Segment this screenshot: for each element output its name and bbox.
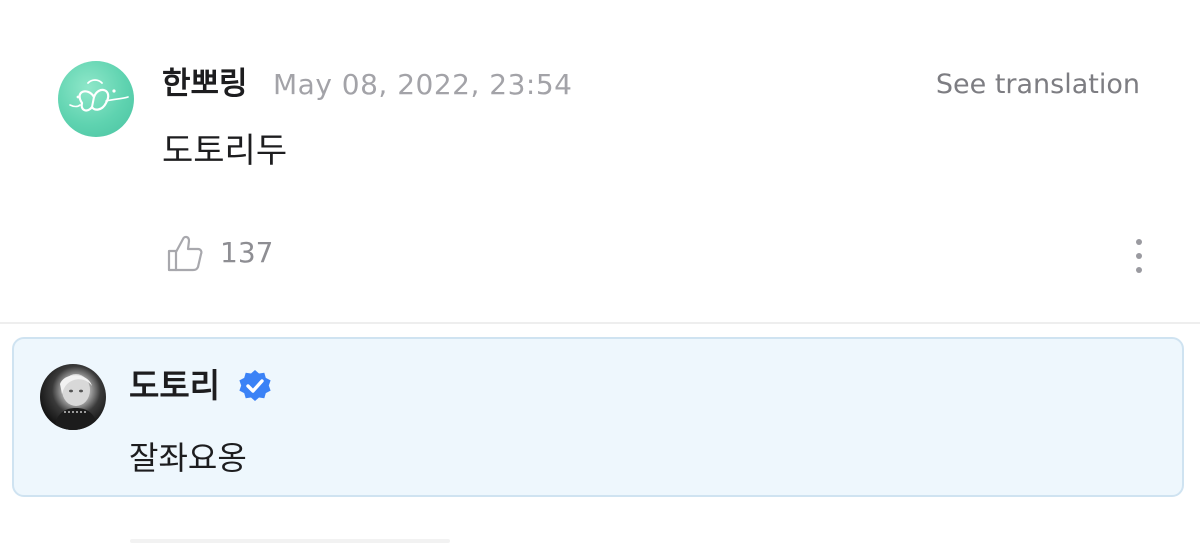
artist-avatar-icon [54, 374, 98, 430]
comment-timestamp: May 08, 2022, 23:54 [273, 68, 573, 101]
reply-avatar[interactable] [40, 364, 106, 430]
reply-body: 잘좌요옹 [129, 439, 247, 477]
commenter-name[interactable]: 한뽀링 [162, 62, 248, 106]
comment-item: 한뽀링 May 08, 2022, 23:54 See translation … [0, 0, 1200, 322]
more-vertical-icon [1136, 239, 1142, 245]
verified-badge-icon [239, 370, 271, 401]
divider [0, 322, 1200, 324]
comment-thread: 한뽀링 May 08, 2022, 23:54 See translation … [0, 0, 1200, 543]
more-options-button[interactable] [1126, 236, 1152, 276]
reply-author-name[interactable]: 도토리 [129, 363, 220, 409]
reply-card: 도토리 잘좌요옹 [12, 337, 1184, 497]
like-button[interactable]: 137 [166, 230, 273, 276]
commenter-avatar[interactable] [58, 61, 134, 137]
comment-body: 도토리두 [162, 131, 288, 171]
next-item-edge [130, 539, 450, 543]
like-count: 137 [220, 236, 274, 269]
see-translation-link[interactable]: See translation [936, 64, 1140, 106]
butterfly-avatar-icon [69, 79, 129, 112]
thumbs-up-icon [167, 235, 203, 272]
